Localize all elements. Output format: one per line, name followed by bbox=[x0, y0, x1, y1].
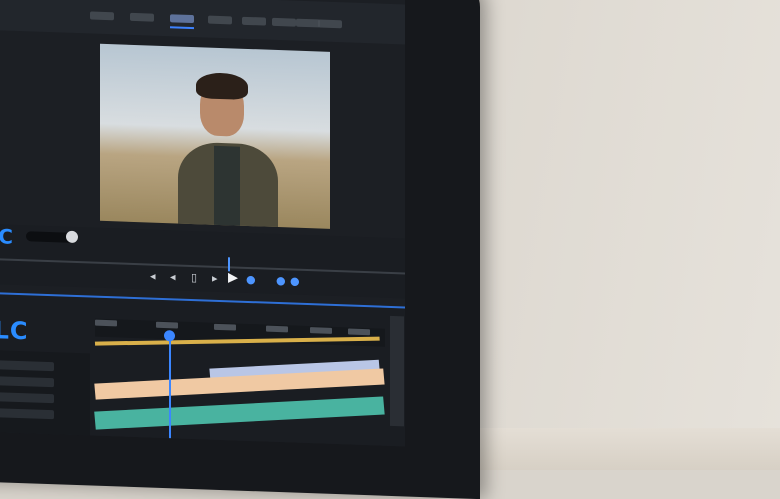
tab-3[interactable] bbox=[208, 15, 232, 25]
mark-out-icon[interactable]: ● bbox=[290, 274, 300, 287]
track-header-a1[interactable] bbox=[0, 391, 54, 404]
ruler-timecode-4 bbox=[266, 325, 288, 333]
tab-5[interactable] bbox=[272, 17, 296, 27]
monitor-toggle-knob[interactable] bbox=[66, 230, 78, 244]
workspace-tabs-bar bbox=[0, 0, 405, 45]
rewind-icon[interactable]: ◂ bbox=[150, 270, 156, 283]
playhead-handle[interactable] bbox=[164, 330, 175, 342]
person-shirt bbox=[214, 145, 240, 227]
desk-surface bbox=[470, 428, 780, 470]
timeline-scrollbar[interactable] bbox=[390, 315, 404, 427]
tab-edit-active[interactable] bbox=[170, 14, 194, 24]
editor-screen: VLC ◂ ◂ ▯ ▸ ▶ ● ● ● VLC bbox=[0, 0, 405, 447]
tab-1[interactable] bbox=[90, 11, 114, 21]
program-monitor-video[interactable] bbox=[100, 43, 330, 229]
tab-6[interactable] bbox=[296, 18, 320, 28]
stop-icon[interactable]: ▯ bbox=[191, 271, 197, 284]
marker-icon[interactable]: ● bbox=[246, 273, 256, 286]
person-hair bbox=[196, 72, 248, 100]
play-icon[interactable]: ▶ bbox=[228, 270, 238, 285]
laptop: VLC ◂ ◂ ▯ ▸ ▶ ● ● ● VLC bbox=[0, 0, 480, 499]
tab-4[interactable] bbox=[242, 16, 266, 26]
tab-2[interactable] bbox=[130, 12, 154, 22]
vlc-logo-top: VLC bbox=[0, 223, 14, 249]
step-back-icon[interactable]: ◂ bbox=[170, 270, 176, 283]
ruler-timecode-3 bbox=[214, 323, 236, 331]
tab-7[interactable] bbox=[318, 19, 342, 29]
mark-in-icon[interactable]: ● bbox=[276, 274, 286, 287]
ruler-timecode-2 bbox=[156, 321, 178, 329]
ruler-timecode-5 bbox=[310, 327, 332, 334]
ruler-timecode-6 bbox=[348, 328, 370, 336]
track-header-v1[interactable] bbox=[0, 375, 54, 388]
ruler-timecode-1 bbox=[95, 319, 117, 327]
scrub-playhead[interactable] bbox=[228, 257, 230, 272]
timeline-playhead[interactable] bbox=[169, 335, 171, 439]
step-forward-icon[interactable]: ▸ bbox=[212, 272, 218, 285]
vlc-logo-bottom: VLC bbox=[0, 315, 29, 346]
track-header-v2[interactable] bbox=[0, 359, 54, 372]
track-header-a2[interactable] bbox=[0, 407, 54, 420]
